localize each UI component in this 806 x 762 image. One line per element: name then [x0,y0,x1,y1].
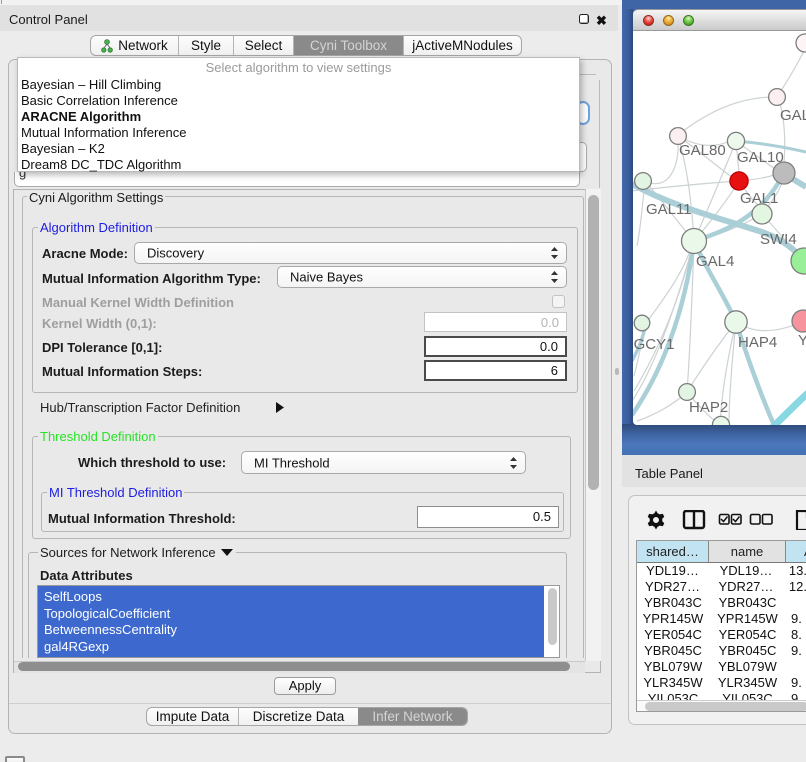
svg-text:GAL10: GAL10 [737,149,784,166]
svg-text:GAL7: GAL7 [780,107,806,124]
svg-text:HAP4: HAP4 [738,334,777,351]
svg-text:GAL80: GAL80 [679,142,726,159]
svg-text:SWI4: SWI4 [760,231,797,248]
svg-text:GAL4: GAL4 [696,253,734,270]
svg-text:GAL11: GAL11 [646,201,692,218]
svg-text:HAP2: HAP2 [689,399,728,416]
svg-text:GCY1: GCY1 [634,336,675,353]
svg-text:YM: YM [798,332,806,349]
svg-text:GAL1: GAL1 [740,190,778,207]
